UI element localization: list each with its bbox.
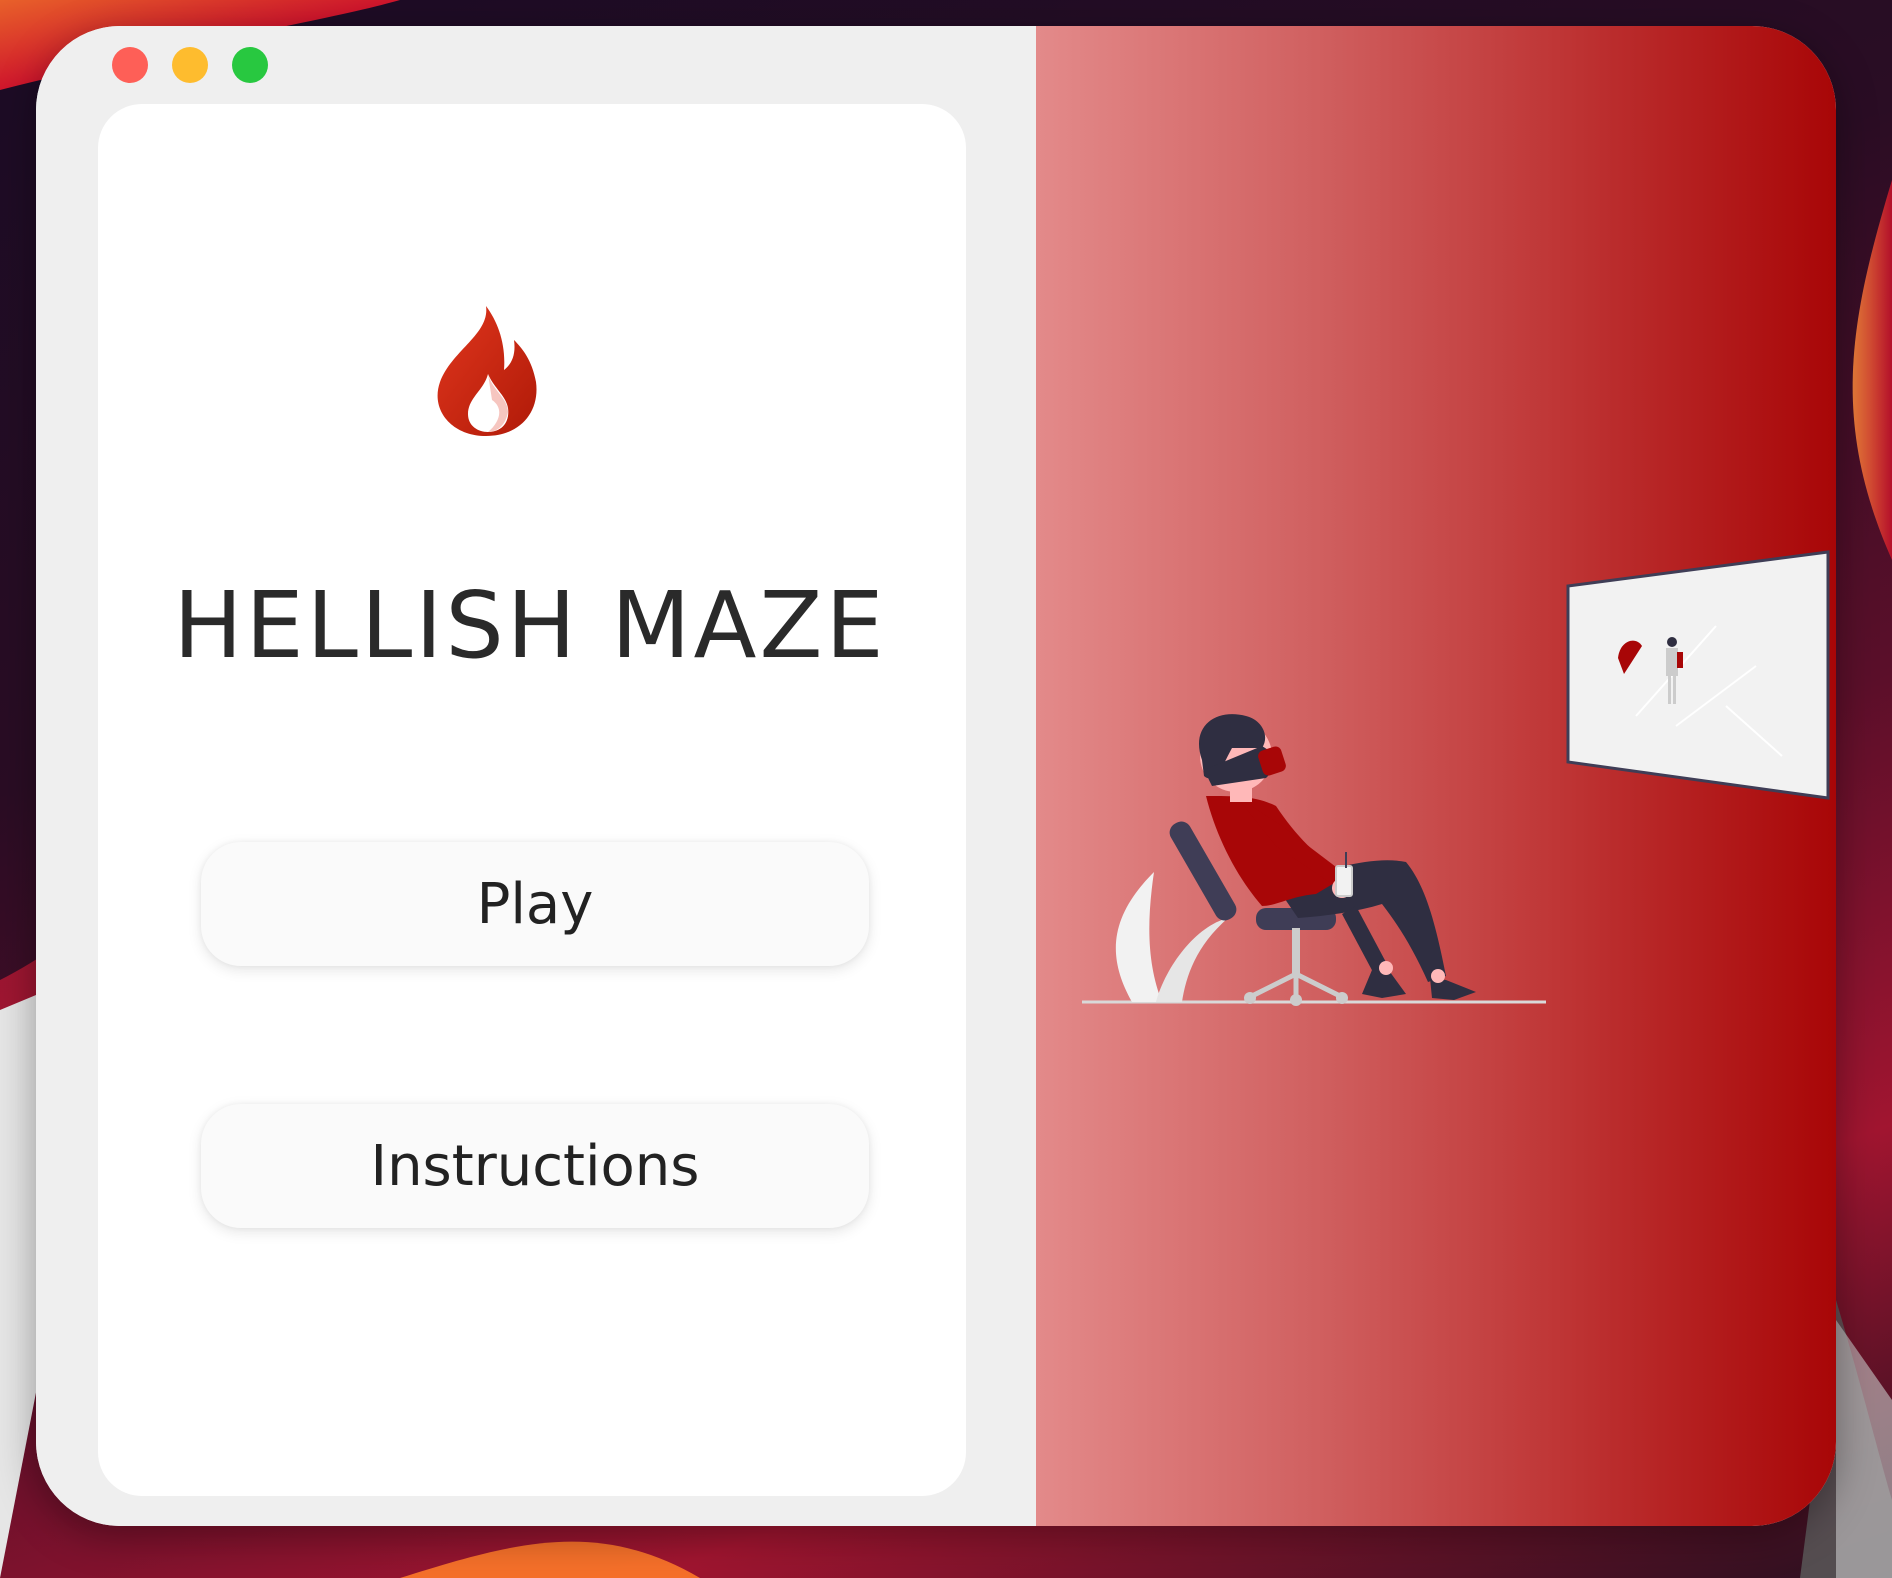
- minimize-window-button[interactable]: [172, 47, 208, 83]
- illustration-pane: [1036, 26, 1836, 1526]
- instructions-button[interactable]: Instructions: [201, 1104, 869, 1228]
- menu-pane: HELLISH MAZE Play Instructions: [36, 26, 1036, 1526]
- game-title: HELLISH MAZE: [173, 572, 887, 679]
- close-window-button[interactable]: [112, 47, 148, 83]
- app-window: HELLISH MAZE Play Instructions: [36, 26, 1836, 1526]
- zoom-window-button[interactable]: [232, 47, 268, 83]
- person-with-vr-headset-icon: [1082, 550, 1830, 1006]
- play-button[interactable]: Play: [201, 842, 869, 966]
- flame-icon: [437, 306, 537, 436]
